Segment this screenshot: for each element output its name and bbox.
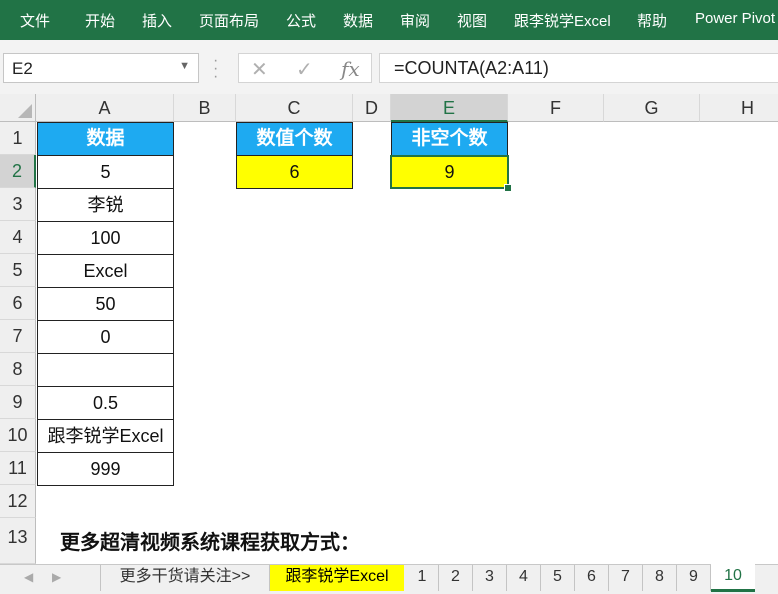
- sheet-tab-10-active[interactable]: 10: [711, 564, 755, 592]
- sheet-tabs-bar: ◀ ▶ 更多干货请关注>> 跟李锐学Excel 1 2 3 4 5 6 7 8 …: [0, 564, 778, 594]
- promo-text: 更多超清视频系统课程获取方式：: [60, 532, 360, 554]
- cell-a3[interactable]: 李锐: [37, 189, 174, 222]
- sheet-tab-1[interactable]: 1: [406, 565, 439, 591]
- tab-file[interactable]: 文件: [20, 10, 50, 31]
- col-header-g[interactable]: G: [604, 94, 700, 122]
- cell-a10[interactable]: 跟李锐学Excel: [37, 420, 174, 453]
- row-header-11[interactable]: 11: [0, 452, 36, 485]
- tab-home[interactable]: 开始: [85, 10, 115, 31]
- sheet-tab-custom-excel[interactable]: 跟李锐学Excel: [270, 565, 404, 591]
- col-header-a[interactable]: A: [36, 94, 174, 122]
- sheet-tab-9[interactable]: 9: [677, 565, 711, 591]
- name-box[interactable]: E2 ▼: [3, 53, 199, 83]
- col-header-b[interactable]: B: [174, 94, 236, 122]
- row-header-3[interactable]: 3: [0, 188, 36, 221]
- cell-a6[interactable]: 50: [37, 288, 174, 321]
- cancel-icon[interactable]: ✕: [251, 57, 268, 82]
- cell-a7[interactable]: 0: [37, 321, 174, 354]
- formula-buttons: ✕ ✓ fx: [238, 53, 372, 83]
- formula-input[interactable]: =COUNTA(A2:A11): [379, 53, 778, 83]
- row-header-1[interactable]: 1: [0, 122, 36, 155]
- drag-handle-icon[interactable]: · · ·: [213, 53, 218, 85]
- col-header-e[interactable]: E: [391, 94, 508, 122]
- fill-handle[interactable]: [504, 184, 512, 192]
- row-header-2[interactable]: 2: [0, 155, 36, 188]
- tab-page-layout[interactable]: 页面布局: [199, 10, 259, 31]
- sheet-tab-6[interactable]: 6: [575, 565, 609, 591]
- row-header-12[interactable]: 12: [0, 485, 36, 518]
- col-header-f[interactable]: F: [508, 94, 604, 122]
- sheet-tab-3[interactable]: 3: [473, 565, 507, 591]
- row-header-8[interactable]: 8: [0, 353, 36, 386]
- cell-e1-header[interactable]: 非空个数: [391, 122, 508, 156]
- tab-scroll-left-icon[interactable]: ◀: [24, 570, 33, 584]
- check-icon[interactable]: ✓: [296, 57, 313, 82]
- cell-a11[interactable]: 999: [37, 453, 174, 486]
- tab-view[interactable]: 视图: [457, 10, 487, 31]
- cell-c2[interactable]: 6: [236, 156, 353, 189]
- chevron-down-icon[interactable]: ▼: [179, 60, 190, 72]
- row-header-13[interactable]: 13: [0, 518, 36, 564]
- col-header-c[interactable]: C: [236, 94, 353, 122]
- cell-a5[interactable]: Excel: [37, 255, 174, 288]
- sheet-tab-2[interactable]: 2: [439, 565, 473, 591]
- insert-function-icon[interactable]: fx: [341, 57, 360, 81]
- cell-a4[interactable]: 100: [37, 222, 174, 255]
- row-header-4[interactable]: 4: [0, 221, 36, 254]
- cell-a1-header[interactable]: 数据: [37, 122, 174, 156]
- select-all-corner[interactable]: [0, 94, 36, 122]
- tab-help[interactable]: 帮助: [637, 10, 667, 31]
- cell-c1-header[interactable]: 数值个数: [236, 122, 353, 156]
- row-header-5[interactable]: 5: [0, 254, 36, 287]
- cell-a8[interactable]: [37, 354, 174, 387]
- tab-scroll-right-icon[interactable]: ▶: [52, 570, 61, 584]
- row-header-6[interactable]: 6: [0, 287, 36, 320]
- cell-a9[interactable]: 0.5: [37, 387, 174, 420]
- sheet-tab-7[interactable]: 7: [609, 565, 643, 591]
- tab-formulas[interactable]: 公式: [286, 10, 316, 31]
- tab-custom-excel[interactable]: 跟李锐学Excel: [514, 10, 611, 31]
- sheet-tab-5[interactable]: 5: [541, 565, 575, 591]
- col-header-h[interactable]: H: [700, 94, 778, 122]
- ribbon: 文件 开始 插入 页面布局 公式 数据 审阅 视图 跟李锐学Excel 帮助 P…: [0, 0, 778, 40]
- row-header-9[interactable]: 9: [0, 386, 36, 419]
- row-header-7[interactable]: 7: [0, 320, 36, 353]
- cell-a2[interactable]: 5: [37, 156, 174, 189]
- cell-e2-selected[interactable]: 9: [390, 155, 509, 189]
- tab-insert[interactable]: 插入: [142, 10, 172, 31]
- col-header-d[interactable]: D: [353, 94, 391, 122]
- tab-review[interactable]: 审阅: [400, 10, 430, 31]
- formula-text: =COUNTA(A2:A11): [394, 58, 549, 78]
- sheet-tab-4[interactable]: 4: [507, 565, 541, 591]
- row-header-10[interactable]: 10: [0, 419, 36, 452]
- tab-power-pivot[interactable]: Power Pivot: [695, 10, 775, 27]
- spreadsheet-grid: A B C D E F G H 1 2 3 4 5 6 7 8 9 10 11 …: [0, 94, 778, 564]
- sheet-tab-follow[interactable]: 更多干货请关注>>: [100, 565, 270, 591]
- sheet-tab-8[interactable]: 8: [643, 565, 677, 591]
- tab-data[interactable]: 数据: [343, 10, 373, 31]
- name-box-value: E2: [12, 59, 33, 78]
